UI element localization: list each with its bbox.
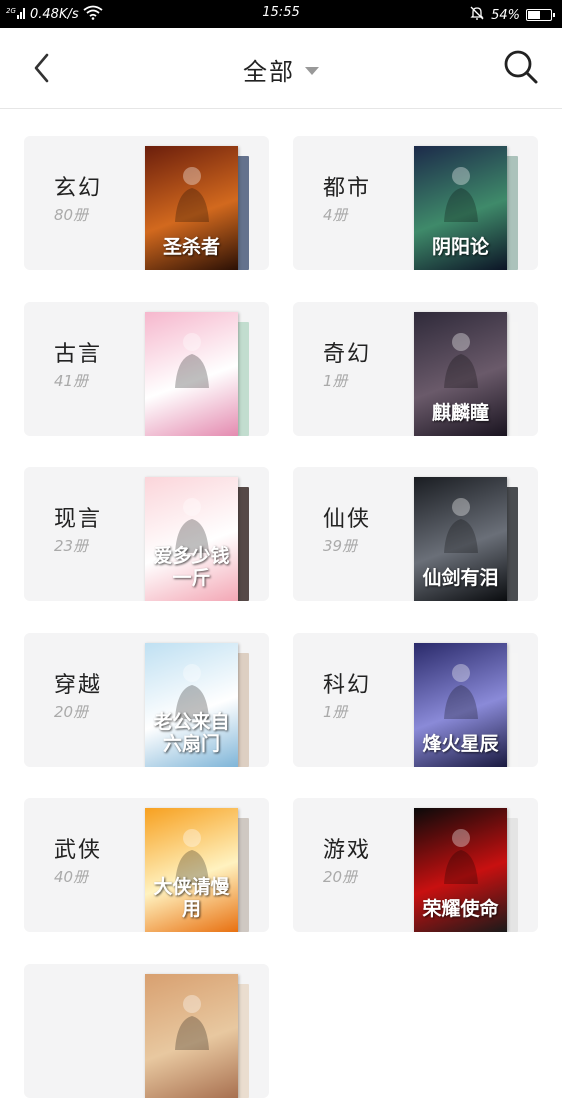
- book-cover-title: 爱多少钱一斤: [153, 545, 230, 589]
- category-name: 游戏: [323, 838, 372, 863]
- category-book-count: 39册: [323, 537, 358, 555]
- book-cover-title: 圣杀者: [162, 236, 220, 258]
- book-cover-title: 仙剑有泪: [422, 567, 499, 589]
- book-cover-stack: 老公来自六扇门: [145, 643, 251, 767]
- category-card[interactable]: [24, 964, 269, 1098]
- book-cover-stack: 荣耀使命: [414, 808, 520, 932]
- category-name: 奇幻: [323, 342, 372, 367]
- category-card[interactable]: 穿越 20册 老公来自六扇门: [24, 633, 269, 767]
- book-cover-title: 麒麟瞳: [431, 402, 489, 424]
- category-card[interactable]: 古言 41册: [24, 302, 269, 436]
- book-cover: 荣耀使命: [414, 808, 507, 932]
- book-cover-stack: 阴阳论: [414, 146, 520, 270]
- book-cover: 老公来自六扇门: [145, 643, 238, 767]
- status-right: 54%: [469, 5, 555, 25]
- battery-percent: 54%: [491, 7, 520, 23]
- category-book-count: 23册: [54, 537, 89, 555]
- book-cover-stack: 圣杀者: [145, 146, 251, 270]
- search-icon: [504, 50, 538, 84]
- category-card[interactable]: 都市 4册阴阳论: [293, 136, 538, 270]
- book-cover-stack: 仙剑有泪: [414, 477, 520, 601]
- book-cover-stack: 麒麟瞳: [414, 312, 520, 436]
- category-book-count: 1册: [323, 372, 348, 390]
- category-name: 都市: [323, 176, 372, 201]
- book-cover: 麒麟瞳: [414, 312, 507, 436]
- cover-figure-icon: [438, 661, 484, 725]
- page-title: 全部: [243, 58, 295, 86]
- category-book-count: 41册: [54, 372, 89, 390]
- book-cover: [145, 312, 238, 436]
- book-cover: 阴阳论: [414, 146, 507, 270]
- book-cover-stack: 烽火星辰: [414, 643, 520, 767]
- book-cover-title: 大侠请慢用: [153, 876, 230, 920]
- book-cover-stack: 爱多少钱一斤: [145, 477, 251, 601]
- category-name: 仙侠: [323, 507, 372, 532]
- battery-level: [528, 11, 540, 19]
- cover-figure-icon: [438, 826, 484, 890]
- category-book-count: 40册: [54, 868, 89, 886]
- book-cover-stack: [145, 974, 251, 1098]
- cover-figure-icon: [438, 164, 484, 228]
- category-card[interactable]: 仙侠 39册仙剑有泪: [293, 467, 538, 601]
- category-book-count: 4册: [323, 206, 348, 224]
- category-name: 武侠: [54, 838, 103, 863]
- category-name: 穿越: [54, 673, 103, 698]
- book-cover-title: 荣耀使命: [422, 898, 499, 920]
- cover-figure-icon: [438, 495, 484, 559]
- cover-figure-icon: [169, 992, 215, 1056]
- category-filter-dropdown[interactable]: 全部: [0, 52, 562, 87]
- book-cover: 大侠请慢用: [145, 808, 238, 932]
- category-book-count: 1册: [323, 703, 348, 721]
- category-card[interactable]: 武侠 40册 大侠请慢用: [24, 798, 269, 932]
- category-book-count: 20册: [54, 703, 89, 721]
- category-book-count: 80册: [54, 206, 89, 224]
- book-cover-stack: 大侠请慢用: [145, 808, 251, 932]
- category-name: 玄幻: [54, 176, 103, 201]
- book-cover: [145, 974, 238, 1098]
- category-name: 科幻: [323, 673, 372, 698]
- category-book-count: 20册: [323, 868, 358, 886]
- mute-bell-icon: [469, 5, 485, 25]
- book-cover: 爱多少钱一斤: [145, 477, 238, 601]
- category-card[interactable]: 现言 23册 爱多少钱一斤: [24, 467, 269, 601]
- book-cover: 圣杀者: [145, 146, 238, 270]
- cover-figure-icon: [169, 330, 215, 394]
- cover-figure-icon: [438, 330, 484, 394]
- book-cover-title: 老公来自六扇门: [153, 711, 230, 755]
- book-cover-stack: [145, 312, 251, 436]
- category-name: 现言: [54, 507, 103, 532]
- category-name: 古言: [54, 342, 103, 367]
- book-cover: 仙剑有泪: [414, 477, 507, 601]
- search-button[interactable]: [502, 48, 540, 86]
- category-card[interactable]: 奇幻 1册麒麟瞳: [293, 302, 538, 436]
- header: 全部: [0, 28, 562, 109]
- book-cover-title: 阴阳论: [431, 236, 489, 258]
- caret-down-icon: [305, 66, 319, 75]
- book-cover-title: 烽火星辰: [422, 733, 499, 755]
- category-card[interactable]: 游戏 20册荣耀使命: [293, 798, 538, 932]
- cover-figure-icon: [169, 164, 215, 228]
- book-cover: 烽火星辰: [414, 643, 507, 767]
- category-card[interactable]: 科幻 1册烽火星辰: [293, 633, 538, 767]
- status-bar: 2G 0.48K/s 15:55 54%: [0, 0, 562, 28]
- battery-icon: [526, 9, 555, 21]
- category-card[interactable]: 玄幻 80册圣杀者: [24, 136, 269, 270]
